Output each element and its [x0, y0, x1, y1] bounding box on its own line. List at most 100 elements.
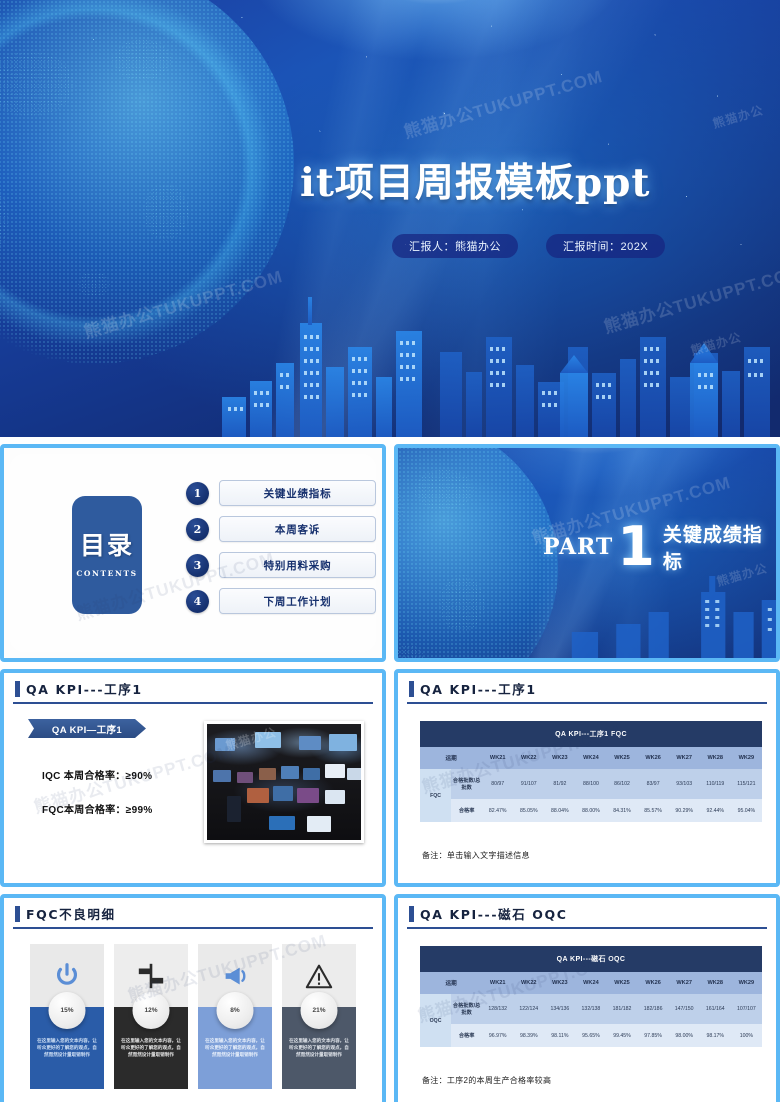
card-description: 在这里输入您的文本内容，让听众更好的了解您的观点，自然而然设计量取销制作 [289, 1038, 349, 1058]
page-title: QA KPI---工序1 [26, 682, 143, 697]
column-header: WK21 [482, 972, 514, 994]
column-header: WK24 [575, 747, 607, 769]
title-slide[interactable]: it项目周报模板ppt 汇报人：熊猫办公 汇报时间：202X 熊猫办公TUKUP… [0, 0, 780, 437]
contents-badge: 目录 CONTENTS [72, 496, 142, 614]
column-header: WK21 [482, 747, 514, 769]
cell: 181/182 [612, 1006, 632, 1012]
table-row: FQC 合格批数/总批数 80/97 91/107 81/92 88/100 8… [420, 769, 762, 822]
cell: 84.31% [613, 807, 631, 814]
column-header: WK24 [575, 972, 607, 994]
cell: 98.39% [519, 1032, 538, 1039]
row-group-label: OQC [420, 994, 452, 1047]
slide-kpi-photo[interactable]: QA KPI---工序1 QA KPI—工序1 IQC 本周合格率：≥90% F… [0, 669, 386, 887]
cell: 90.29% [675, 807, 693, 814]
row-label: 合格率 [458, 1033, 475, 1039]
control-room-photo: 熊猫办公 [204, 721, 364, 843]
item-label: 关键业绩指标 [219, 480, 376, 506]
header-divider [13, 702, 373, 704]
presenter-badge: 汇报人：熊猫办公 [392, 234, 518, 258]
megaphone-icon [225, 967, 246, 984]
cell: 128/132 [488, 1006, 508, 1012]
part-subtitle: 关键成绩指标 [662, 524, 763, 573]
table-row: OQC 合格批数/总批数 128/132 122/124 134/136 132… [420, 994, 762, 1047]
list-item[interactable]: 在这里输入您的文本内容，让听众更好的了解您的观点，自然而然设计量取销制作 12% [114, 944, 188, 1089]
list-item[interactable]: 4 下周工作计划 [186, 588, 376, 614]
status-badge: QA KPI—工序1 [28, 719, 146, 738]
cell: 122/124 [519, 1006, 539, 1012]
cell: 98.00% [675, 1032, 693, 1039]
header-accent-bar [409, 906, 414, 922]
table-note: 备注：工序2的本周生产合格率较高 [422, 1076, 552, 1085]
warning-icon [305, 964, 333, 988]
part-divider-text: PART 1 关键成绩指标 [543, 519, 776, 574]
card-description: 在这里输入您的文本内容，让听众更好的了解您的观点，自然而然设计量取销制作 [37, 1038, 97, 1058]
slide-fqc-table[interactable]: QA KPI---工序1 QA KPI---工序1 FQC 运期 WK21 WK… [394, 669, 780, 887]
list-item[interactable]: 2 本周客诉 [186, 516, 376, 542]
list-item[interactable]: 1 关键业绩指标 [186, 480, 376, 506]
cell: 91/107 [520, 781, 537, 787]
cell: 161/164 [705, 1006, 725, 1012]
cell: 85.05% [519, 807, 538, 814]
table-title: QA KPI---工序1 FQC [420, 721, 762, 747]
column-header-corner: 运期 [420, 747, 483, 769]
city-skyline-graphic [571, 576, 776, 658]
column-header: WK26 [637, 747, 669, 769]
header-divider [13, 927, 373, 929]
slide-contents[interactable]: 目录 CONTENTS 1 关键业绩指标 2 本周客诉 3 特别用料采购 4 下… [0, 444, 386, 662]
row-group-label: FQC [420, 769, 452, 822]
list-item[interactable]: 在这里输入您的文本内容，让听众更好的了解您的观点，自然而然设计量取销制作 15% [30, 944, 104, 1089]
slide-grid: 目录 CONTENTS 1 关键业绩指标 2 本周客诉 3 特别用料采购 4 下… [0, 444, 780, 1102]
column-header: WK29 [730, 972, 762, 994]
cell: 98.17% [706, 1032, 725, 1039]
header-divider [407, 927, 767, 929]
cell: 95.65% [582, 1032, 600, 1039]
item-number: 4 [186, 589, 209, 613]
cell: 97.85% [644, 1032, 662, 1039]
card-description: 在这里输入您的文本内容，让听众更好的了解您的观点，自然而然设计量取销制作 [205, 1038, 265, 1058]
column-header-corner: 运期 [420, 972, 483, 994]
list-item[interactable]: 在这里输入您的文本内容，让听众更好的了解您的观点，自然而然设计量取销制作 21% [282, 944, 356, 1089]
column-header: WK26 [637, 972, 669, 994]
card-description: 在这里输入您的文本内容，让听众更好的了解您的观点，自然而然设计量取销制作 [121, 1038, 181, 1058]
list-item[interactable]: 在这里输入您的文本内容，让听众更好的了解您的观点，自然而然设计量取销制作 8% [198, 944, 272, 1089]
list-item[interactable]: 3 特别用料采购 [186, 552, 376, 578]
cell: 147/150 [674, 1006, 694, 1012]
cell: 88.00% [582, 807, 600, 814]
column-header: WK27 [668, 747, 700, 769]
column-header: WK23 [544, 747, 576, 769]
ppt-preview-page: it项目周报模板ppt 汇报人：熊猫办公 汇报时间：202X 熊猫办公TUKUP… [0, 0, 780, 1102]
slide-body: QA KPI—工序1 IQC 本周合格率：≥90% FQC本周合格率：≥99% [4, 705, 382, 883]
contents-list: 1 关键业绩指标 2 本周客诉 3 特别用料采购 4 下周工作计划 [186, 480, 376, 624]
cell: 95.04% [737, 807, 756, 814]
header-accent-bar [15, 681, 20, 697]
cell: 81/92 [553, 781, 567, 787]
slide-header: QA KPI---工序1 [4, 673, 382, 705]
column-header: WK25 [606, 747, 638, 769]
column-header: WK28 [699, 747, 731, 769]
slide-defect-detail[interactable]: FQC不良明细 在这里输入您的文本内容，让听众更好的了解您的观点，自然而然设计量… [0, 894, 386, 1102]
slide-oqc-table[interactable]: QA KPI---磁石 OQC QA KPI---磁石 OQC 运期 WK21 … [394, 894, 780, 1102]
cell: 98.11% [551, 1032, 569, 1039]
status-badge: 15% [48, 992, 86, 1029]
table-row: 合格率 96.97% 98.39% 98.11% 95.65% 99.45% 9… [420, 1024, 762, 1047]
part-word: PART [543, 534, 614, 560]
table-title: QA KPI---磁石 OQC [420, 946, 762, 972]
oqc-data-table: QA KPI---磁石 OQC 运期 WK21 WK22 WK23 WK24 W… [420, 946, 762, 1047]
cell: 134/136 [550, 1006, 570, 1012]
cell: 80/97 [491, 781, 505, 787]
fqc-data-table: QA KPI---工序1 FQC 运期 WK21 WK22 WK23 WK24 … [420, 721, 762, 822]
row-label: 合格批数/总批数 [452, 778, 481, 791]
page-title: FQC不良明细 [26, 907, 116, 922]
row-label: 合格率 [458, 808, 475, 814]
slide-body: QA KPI---磁石 OQC 运期 WK21 WK22 WK23 WK24 W… [398, 930, 776, 1102]
cell: 110/119 [706, 781, 725, 787]
column-header: WK28 [699, 972, 731, 994]
slide-part-divider[interactable]: PART 1 关键成绩指标 熊猫办公TUKUPPT.COM 熊猫办公 [394, 444, 780, 662]
slide-header: QA KPI---工序1 [398, 673, 776, 705]
item-number: 3 [186, 553, 209, 577]
column-header: WK22 [513, 747, 545, 769]
item-label: 特别用料采购 [219, 552, 376, 578]
column-header: WK22 [513, 972, 545, 994]
table-row: 合格率 82.47% 85.05% 88.04% 88.00% 84.31% 8… [420, 799, 762, 822]
column-header: WK27 [668, 972, 700, 994]
